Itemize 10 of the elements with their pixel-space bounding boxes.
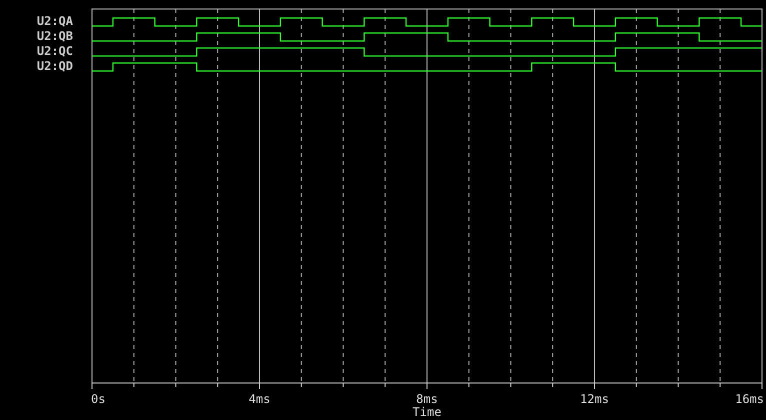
axis-tick-label: 8ms <box>416 392 438 406</box>
signal-label: U2:QB <box>36 29 73 43</box>
axis-title: Time <box>412 405 442 419</box>
axis-tick-label: 4ms <box>248 392 270 406</box>
axis-tick-label: 0s <box>91 392 106 406</box>
signal-label: U2:QC <box>36 44 73 58</box>
axis-tick-label: 16ms <box>735 392 764 406</box>
signal-label: U2:QA <box>36 14 73 28</box>
signal-label: U2:QD <box>36 59 73 73</box>
axis-tick-label: 12ms <box>580 392 609 406</box>
